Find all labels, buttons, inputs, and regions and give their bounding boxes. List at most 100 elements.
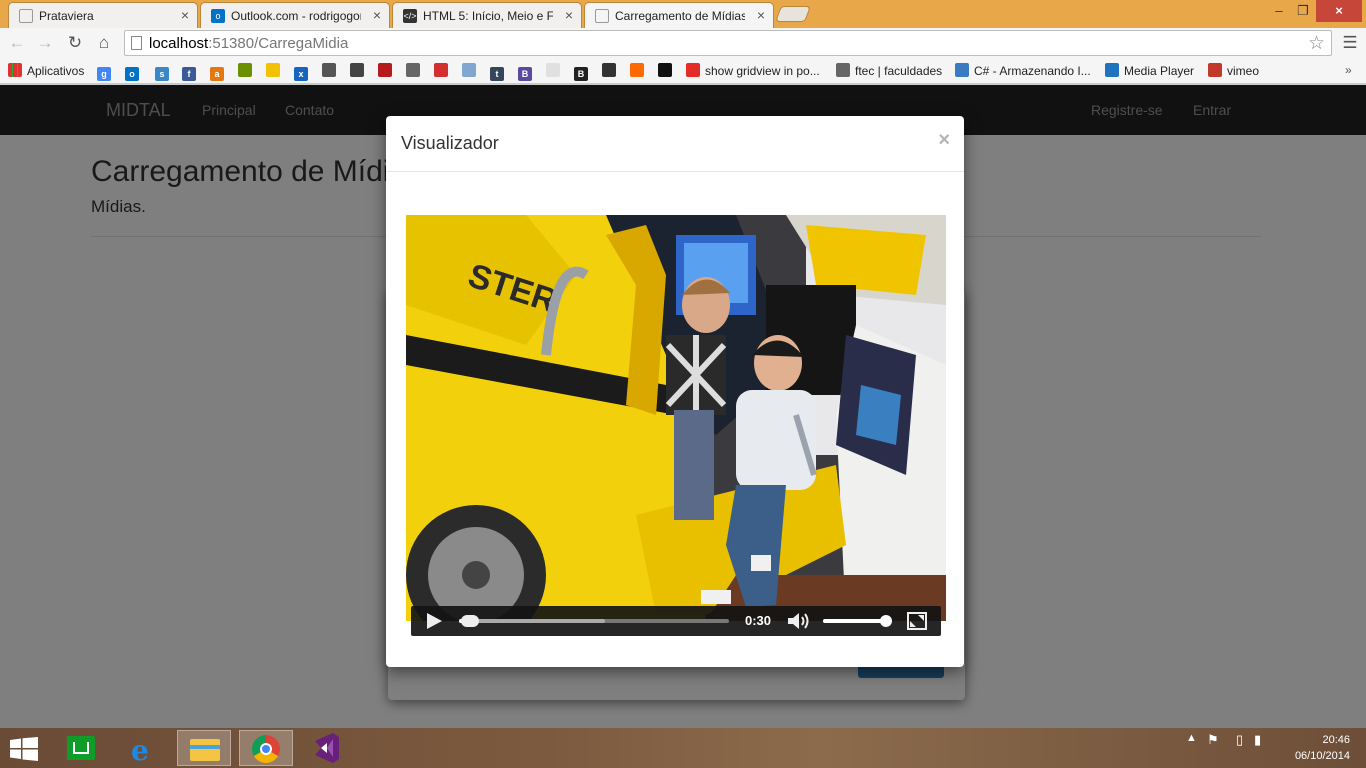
bookmark-label: vimeo [1227, 64, 1260, 78]
restore-icon[interactable]: ❐ [1292, 0, 1314, 22]
battery-icon[interactable]: ▯ [1236, 732, 1243, 748]
bookmark-sync[interactable]: s [155, 62, 174, 81]
menu-icon[interactable]: ☰ [1340, 33, 1360, 53]
time-display: 0:30 [745, 613, 772, 628]
glasses-icon [602, 63, 616, 77]
close-icon[interactable]: × [938, 129, 950, 152]
bookmark-abc[interactable] [406, 62, 425, 80]
bookmark-x[interactable]: x [294, 62, 313, 81]
outlook-icon: o [211, 9, 225, 23]
page-viewport: MIDTAL Principal Contato Registre-se Ent… [0, 85, 1366, 728]
bookmark-blogger[interactable]: B [518, 62, 537, 81]
windows-start-icon[interactable] [10, 737, 38, 761]
bookmark-vine[interactable] [658, 62, 677, 80]
tab-html5[interactable]: </> HTML 5: Início, Meio e Fim × [392, 2, 582, 28]
address-bar[interactable]: localhost:51380/CarregaMidia ☆ [124, 30, 1332, 56]
seek-bar[interactable] [459, 615, 729, 627]
tab-title: Prataviera [39, 9, 94, 23]
bookmark-google[interactable]: g [97, 62, 116, 81]
tray-chevron-icon[interactable]: ▲ [1186, 732, 1197, 744]
windows-icon [1105, 63, 1119, 77]
home-icon[interactable]: ⌂ [93, 32, 115, 54]
close-window-button[interactable]: × [1316, 0, 1362, 22]
internet-explorer-icon[interactable]: e [117, 730, 171, 767]
bookmark-bird[interactable] [238, 62, 257, 80]
circle-icon [350, 63, 364, 77]
fullscreen-icon[interactable] [907, 612, 927, 630]
modal-title: Visualizador [401, 133, 499, 153]
bookmark-3[interactable]: C# - Armazenando I... [955, 62, 1091, 80]
clock-time: 20:46 [1322, 734, 1350, 746]
bookmark-sefaz[interactable] [378, 62, 397, 80]
bookmark-4[interactable]: Media Player [1105, 62, 1194, 80]
volume-slider[interactable] [823, 615, 892, 627]
new-tab-button[interactable] [775, 6, 811, 22]
file-explorer-icon[interactable] [177, 730, 231, 766]
code-icon: </> [403, 9, 417, 23]
clock[interactable]: 20:46 06/10/2014 [1295, 732, 1350, 764]
bookmark-circle[interactable] [350, 62, 369, 80]
bookmark-shop[interactable] [434, 62, 453, 80]
play-icon[interactable] [427, 613, 442, 629]
close-icon[interactable]: × [757, 7, 765, 23]
bookmark-b-bold[interactable]: B [574, 62, 593, 81]
facebook-icon: f [182, 67, 196, 81]
bookmark-doc[interactable] [546, 62, 565, 80]
seek-handle[interactable] [460, 615, 479, 627]
volume-fill [823, 619, 886, 623]
bookmark-bank[interactable] [266, 62, 285, 80]
abc-icon [406, 63, 420, 77]
tab-title: HTML 5: Início, Meio e Fim [423, 9, 553, 23]
close-icon[interactable]: × [565, 7, 573, 23]
vine-icon [658, 63, 672, 77]
globe-icon [836, 63, 850, 77]
reload-icon[interactable]: ↻ [64, 32, 86, 54]
visual-studio-icon[interactable] [301, 730, 355, 766]
bookmark-amazon[interactable]: a [210, 62, 229, 81]
tab-prataviera[interactable]: Prataviera × [8, 2, 198, 28]
modal-header: Visualizador × [386, 116, 964, 172]
pencil-icon [1208, 63, 1222, 77]
close-icon[interactable]: × [373, 7, 381, 23]
bird-icon [238, 63, 252, 77]
bank-icon [266, 63, 280, 77]
bookmark-label: Aplicativos [27, 64, 85, 78]
video-frame[interactable]: STER [406, 215, 946, 621]
browser-toolbar: ← → ↻ ⌂ localhost:51380/CarregaMidia ☆ ☰ [0, 28, 1366, 58]
bookmark-label: Media Player [1124, 64, 1195, 78]
store-icon[interactable] [55, 730, 109, 766]
video-still: STER [406, 215, 946, 621]
close-icon[interactable]: × [181, 7, 189, 23]
bookmark-outlook[interactable]: o [125, 62, 144, 81]
bookmark-label: ftec | faculdades [855, 64, 943, 78]
bookmark-soundcloud[interactable] [630, 62, 649, 80]
bookmarks-bar: Aplicativos g o s f a x t B Bshow gridview in po… [0, 58, 1366, 84]
bookmark-tumblr[interactable]: t [490, 62, 509, 81]
tab-carregamento[interactable]: Carregamento de Mídias - × [584, 2, 774, 29]
amazon-icon: a [210, 67, 224, 81]
tab-outlook[interactable]: o Outlook.com - rodrigogon × [200, 2, 390, 28]
chevron-right-icon[interactable]: » [1345, 63, 1352, 77]
signal-icon[interactable]: ▮ [1254, 732, 1261, 748]
seek-buffered [459, 619, 605, 623]
star-icon[interactable]: ☆ [1308, 32, 1325, 55]
bookmark-1[interactable]: show gridview in po... [686, 62, 820, 80]
minimize-icon[interactable]: – [1268, 0, 1290, 22]
bookmark-grid[interactable] [462, 62, 481, 80]
back-icon[interactable]: ← [6, 32, 28, 54]
chrome-icon[interactable] [239, 730, 293, 766]
bookmark-5[interactable]: vimeo [1208, 62, 1259, 80]
tab-strip: Prataviera × o Outlook.com - rodrigogon … [0, 0, 1366, 29]
bookmark-apps[interactable]: Aplicativos [8, 62, 84, 80]
bookmark-facebook[interactable]: f [182, 62, 201, 81]
forward-icon[interactable]: → [34, 32, 56, 54]
video-controls: 0:30 [411, 606, 941, 636]
bookmark-glasses[interactable] [602, 62, 621, 80]
x-icon: x [294, 67, 308, 81]
action-center-flag-icon[interactable]: ⚑ [1207, 732, 1219, 748]
bookmark-2[interactable]: ftec | faculdades [836, 62, 942, 80]
volume-handle[interactable] [879, 615, 892, 627]
bookmark-link[interactable] [322, 62, 341, 80]
tab-title: Outlook.com - rodrigogon [231, 9, 361, 23]
volume-icon[interactable] [787, 612, 811, 630]
